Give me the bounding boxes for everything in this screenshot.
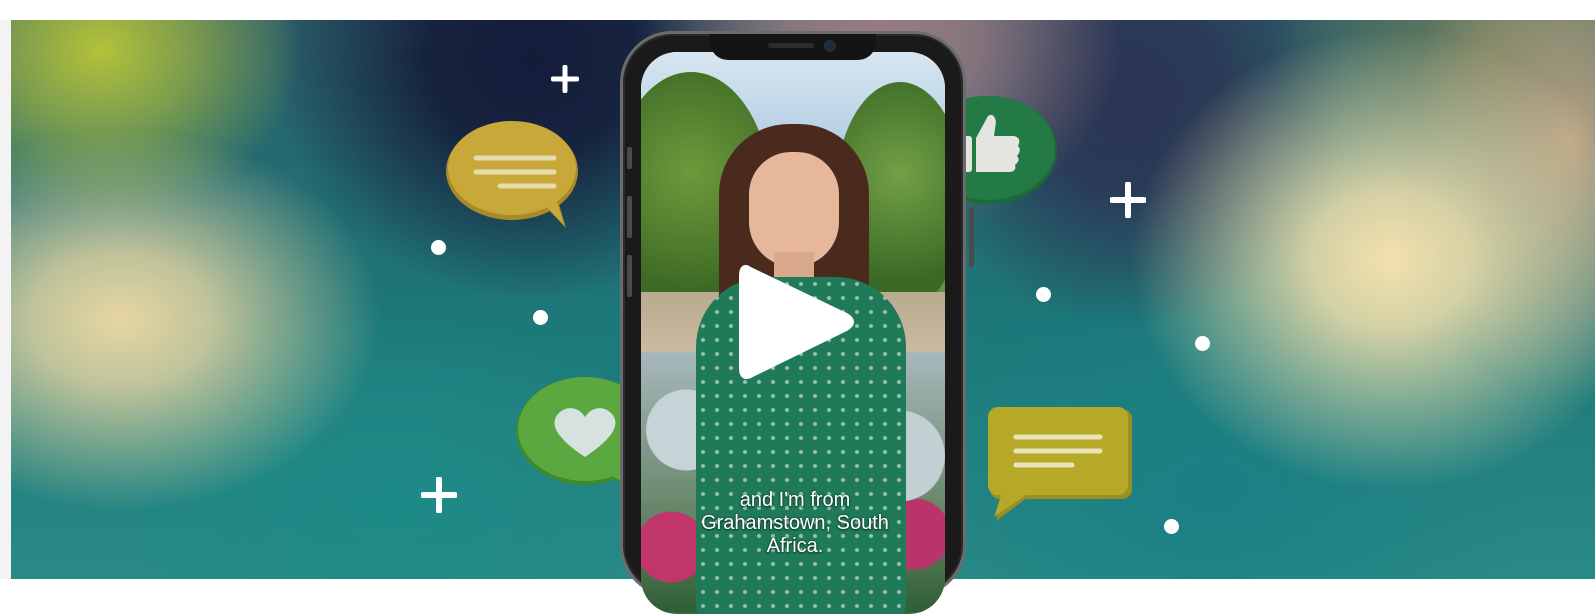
phone-side-button [969, 207, 974, 267]
phone-notch [710, 34, 876, 60]
sparkle-dot [1195, 336, 1210, 351]
plus-sparkle-icon [551, 65, 579, 93]
video-caption: and I'm from Grahamstown, South Africa. [665, 489, 925, 558]
phone-side-button [627, 147, 632, 169]
caption-line: and I'm from [739, 489, 851, 511]
play-icon[interactable] [738, 260, 858, 384]
chat-bubble-icon [988, 407, 1132, 521]
left-edge-strip [0, 0, 11, 579]
sparkle-dot [431, 240, 446, 255]
caption-line: Grahamstown, South [701, 512, 889, 534]
plus-sparkle-icon [421, 477, 457, 513]
phone-side-button [627, 255, 632, 297]
top-edge-strip [0, 0, 1595, 20]
sparkle-dot [1036, 287, 1051, 302]
phone-side-button [627, 196, 632, 238]
chat-bubble-icon [446, 121, 578, 228]
plus-sparkle-icon [1110, 182, 1146, 218]
sparkle-dot [1164, 519, 1179, 534]
caption-line: Africa. [766, 535, 824, 557]
sparkle-dot [533, 310, 548, 325]
